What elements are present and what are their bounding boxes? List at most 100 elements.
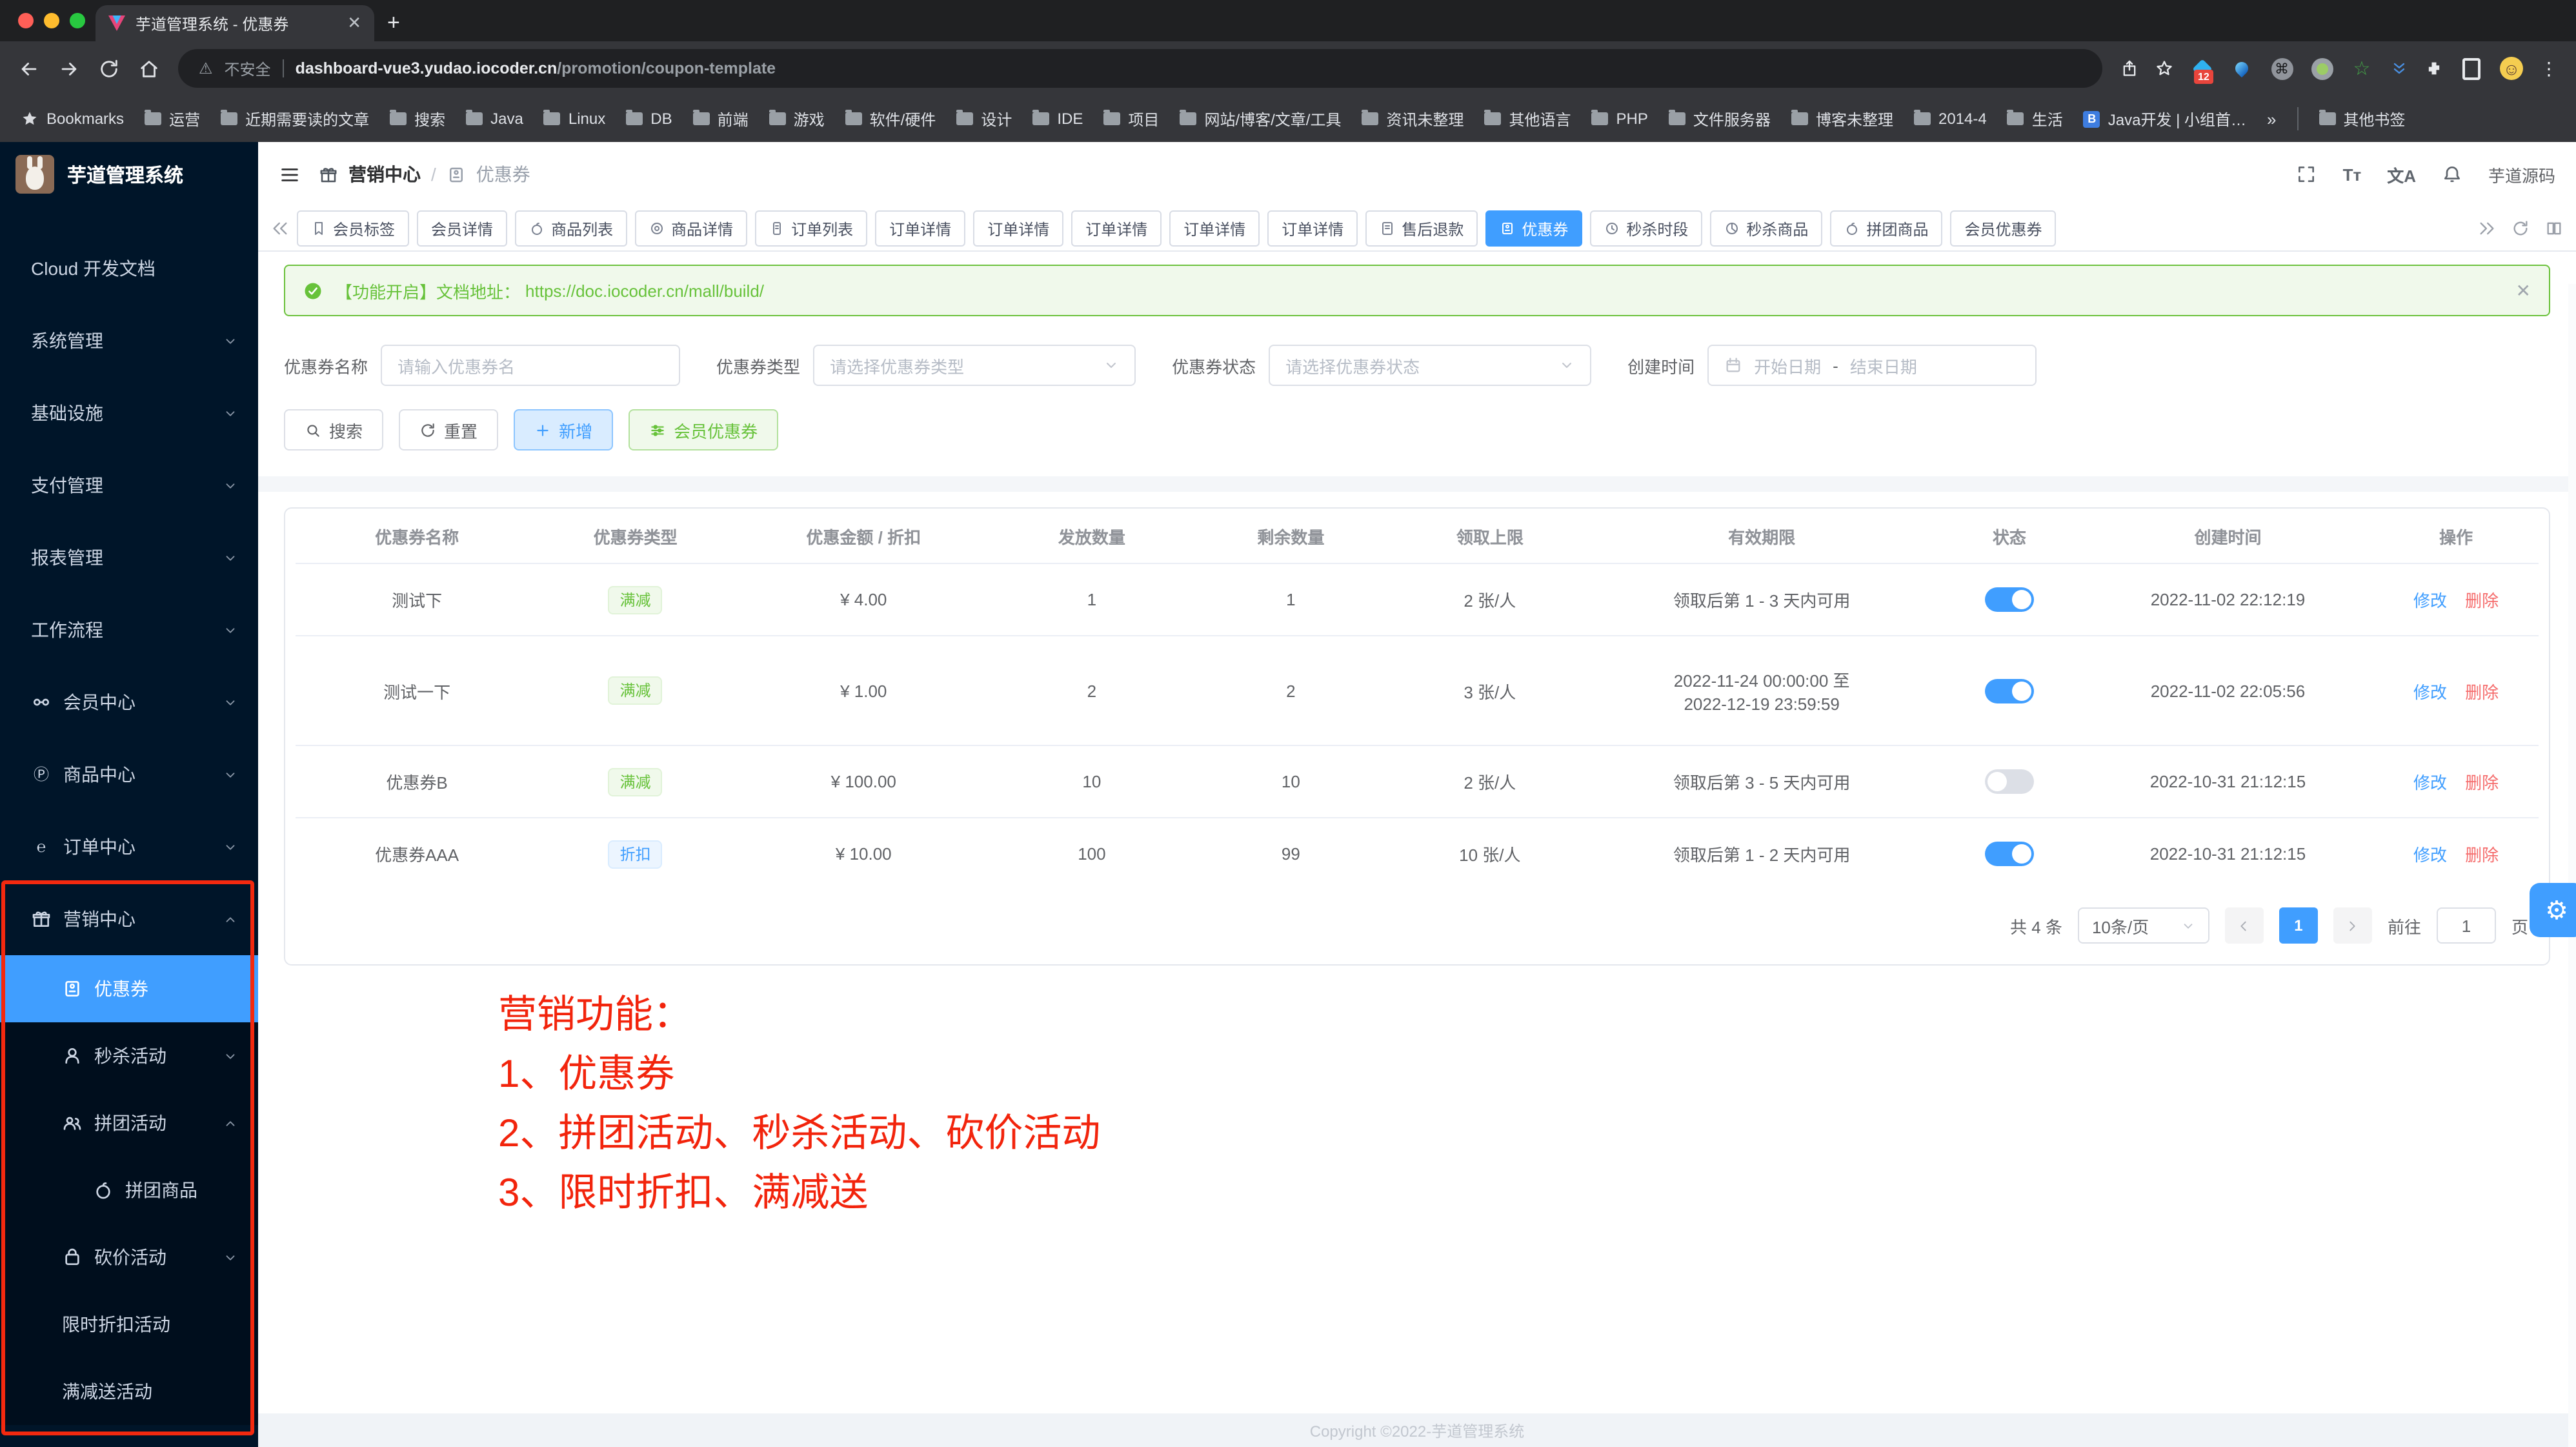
bookmark-folder[interactable]: DB — [626, 110, 672, 128]
bookmark-star-icon[interactable] — [2155, 59, 2173, 77]
fullscreen-icon[interactable] — [2297, 164, 2317, 185]
sidebar-item-groupbuy-goods[interactable]: 拼团商品 — [0, 1157, 258, 1224]
page-1-button[interactable]: 1 — [2279, 907, 2318, 944]
bookmark-folder[interactable]: Java — [466, 110, 523, 128]
tab-订单详情-7[interactable]: 订单详情 — [1071, 210, 1162, 247]
sidebar-item-seckill[interactable]: 秒杀活动 — [0, 1022, 258, 1089]
bookmark-folder[interactable]: 软件/硬件 — [845, 108, 936, 130]
collapse-sidebar-icon[interactable] — [279, 163, 301, 185]
extension-dot-icon[interactable] — [2310, 57, 2333, 80]
coupon-type-select[interactable]: 请选择优惠券类型 — [813, 345, 1136, 386]
extension-command-icon[interactable]: ⌘ — [2270, 57, 2293, 80]
back-icon[interactable] — [18, 57, 40, 79]
tab-会员标签-0[interactable]: 会员标签 — [297, 210, 409, 247]
prev-page-button[interactable] — [2225, 907, 2264, 944]
delete-link[interactable]: 删除 — [2465, 678, 2499, 703]
delete-link[interactable]: 删除 — [2465, 587, 2499, 612]
share-icon[interactable] — [2120, 59, 2138, 77]
new-tab-button[interactable]: + — [387, 10, 400, 36]
sidebar-item-payment[interactable]: 支付管理 — [0, 449, 258, 521]
address-bar[interactable]: ⚠ 不安全 dashboard-vue3.yudao.iocoder.cn/pr… — [178, 49, 2102, 88]
home-icon[interactable] — [138, 57, 160, 79]
sidebar-item-cloud-docs[interactable]: Cloud 开发文档 — [0, 232, 258, 305]
reset-button[interactable]: 重置 — [399, 409, 498, 450]
bookmarks-overflow-icon[interactable]: » — [2267, 109, 2276, 128]
status-toggle[interactable] — [1985, 769, 2034, 794]
extension-diamond-icon[interactable]: 12 — [2190, 57, 2213, 80]
edit-link[interactable]: 修改 — [2413, 587, 2447, 612]
bookmark-folder[interactable]: 设计 — [956, 108, 1012, 130]
tab-优惠券-11[interactable]: 优惠券 — [1485, 210, 1582, 247]
tab-订单详情-5[interactable]: 订单详情 — [875, 210, 965, 247]
extension-star-icon[interactable]: ☆ — [2350, 57, 2373, 80]
alert-link[interactable]: https://doc.iocoder.cn/mall/build/ — [525, 281, 764, 300]
bookmark-folder[interactable]: 前端 — [693, 108, 749, 130]
alert-close-icon[interactable]: ✕ — [2516, 279, 2531, 301]
sidebar-item-coupon[interactable]: 优惠券 — [0, 955, 258, 1022]
other-bookmarks[interactable]: 其他书签 — [2319, 108, 2406, 130]
status-toggle[interactable] — [1985, 587, 2034, 612]
status-toggle[interactable] — [1985, 678, 2034, 703]
bookmark-folder[interactable]: 博客未整理 — [1791, 108, 1893, 130]
extension-chevrons-icon[interactable] — [2390, 59, 2408, 77]
zoom-window-button[interactable] — [70, 13, 85, 28]
edit-link[interactable]: 修改 — [2413, 769, 2447, 794]
tab-拼团商品-14[interactable]: 拼团商品 — [1830, 210, 1942, 247]
profile-avatar[interactable]: ☺ — [2500, 57, 2523, 80]
minimize-window-button[interactable] — [44, 13, 59, 28]
sidebar-item-marketing-center[interactable]: 营销中心 — [0, 883, 258, 955]
bookmark-folder[interactable]: 游戏 — [769, 108, 825, 130]
bookmark-folder[interactable]: 近期需要读的文章 — [221, 108, 369, 130]
reload-icon[interactable] — [98, 57, 120, 79]
extensions-puzzle-icon[interactable] — [2425, 59, 2443, 77]
search-button[interactable]: 搜索 — [284, 409, 383, 450]
scrollbar[interactable] — [2568, 284, 2576, 1447]
tab-订单列表-4[interactable]: 订单列表 — [755, 210, 867, 247]
bookmarks-root[interactable]: Bookmarks — [21, 110, 124, 128]
bookmark-folder[interactable]: 网站/博客/文章/工具 — [1180, 108, 1341, 130]
goto-page-input[interactable]: 1 — [2437, 907, 2496, 944]
bookmark-folder[interactable]: 文件服务器 — [1669, 108, 1771, 130]
tab-商品详情-3[interactable]: 商品详情 — [635, 210, 747, 247]
sidebar-item-groupbuy[interactable]: 拼团活动 — [0, 1089, 258, 1157]
delete-link[interactable]: 删除 — [2465, 769, 2499, 794]
font-size-icon[interactable]: Tт — [2343, 165, 2362, 184]
language-icon[interactable]: 文A — [2387, 162, 2416, 187]
page-size-select[interactable]: 10条/页 — [2078, 907, 2209, 944]
edit-link[interactable]: 修改 — [2413, 678, 2447, 703]
add-button[interactable]: 新增 — [514, 409, 613, 450]
bookmark-folder[interactable]: 2014-4 — [1914, 110, 1987, 128]
bookmark-folder[interactable]: PHP — [1592, 110, 1648, 128]
tab-售后退款-10[interactable]: 售后退款 — [1365, 210, 1478, 247]
tab-会员详情-1[interactable]: 会员详情 — [417, 210, 507, 247]
date-range-picker[interactable]: 开始日期 - 结束日期 — [1707, 345, 2037, 386]
tags-refresh-icon[interactable] — [2511, 219, 2530, 238]
bookmark-folder[interactable]: 项目 — [1103, 108, 1159, 130]
browser-tab[interactable]: 芋道管理系统 - 优惠券 ✕ — [96, 5, 374, 41]
next-page-button[interactable] — [2333, 907, 2372, 944]
bookmark-folder[interactable]: 资讯未整理 — [1362, 108, 1464, 130]
close-window-button[interactable] — [18, 13, 34, 28]
coupon-name-input[interactable]: 请输入优惠券名 — [381, 345, 680, 386]
browser-menu-icon[interactable]: ⋮ — [2540, 57, 2558, 79]
bookmark-folder[interactable]: 搜索 — [390, 108, 445, 130]
app-logo[interactable]: 芋道管理系统 — [0, 142, 258, 207]
sidebar-item-product-center[interactable]: Ⓟ商品中心 — [0, 738, 258, 811]
coupon-status-select[interactable]: 请选择优惠券状态 — [1269, 345, 1591, 386]
extension-reader-icon[interactable] — [2460, 57, 2483, 80]
bookmark-folder[interactable]: 运营 — [145, 108, 200, 130]
username[interactable]: 芋道源码 — [2488, 162, 2555, 187]
bookmark-folder[interactable]: 其他语言 — [1485, 108, 1571, 130]
tags-scroll-left-icon[interactable] — [271, 219, 289, 238]
sidebar-item-member-center[interactable]: 会员中心 — [0, 666, 258, 738]
delete-link[interactable]: 删除 — [2465, 842, 2499, 866]
member-coupon-button[interactable]: 会员优惠券 — [629, 409, 778, 450]
bookmark-java-dev[interactable]: B Java开发 | 小组首… — [2084, 108, 2246, 130]
bookmark-folder[interactable]: IDE — [1032, 110, 1083, 128]
tab-商品列表-2[interactable]: 商品列表 — [515, 210, 627, 247]
tab-close-icon[interactable]: ✕ — [347, 13, 361, 34]
tab-秒杀时段-12[interactable]: 秒杀时段 — [1590, 210, 1702, 247]
bell-icon[interactable] — [2442, 164, 2462, 185]
edit-link[interactable]: 修改 — [2413, 842, 2447, 866]
layout-columns-icon[interactable] — [2545, 219, 2563, 238]
